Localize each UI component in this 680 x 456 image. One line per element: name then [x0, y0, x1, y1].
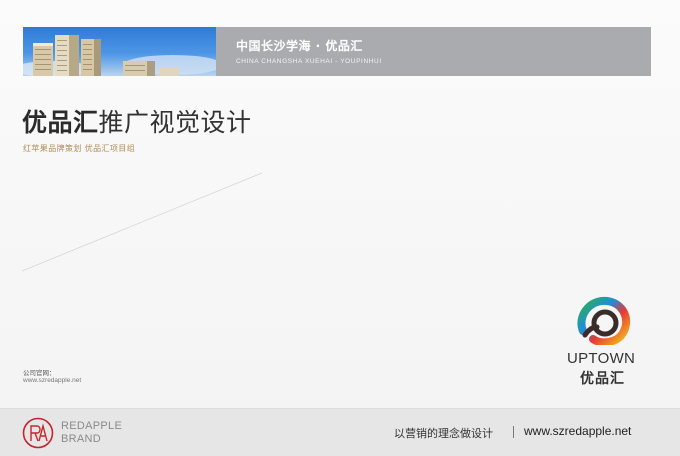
redapple-logo-icon	[22, 417, 54, 449]
brand-name-line1: REDAPPLE	[61, 420, 123, 432]
website-label: 公司官网：	[23, 369, 56, 377]
footer: REDAPPLE BRAND 以营销的理念做设计 www.szredapple.…	[0, 408, 680, 456]
footer-url[interactable]: www.szredapple.net	[524, 424, 631, 438]
footer-slogan: 以营销的理念做设计	[394, 427, 493, 440]
uptown-logo-icon	[577, 296, 631, 345]
cover-page: 中国长沙学海 · 优品汇 CHINA CHANGSHA XUEHAI - YOU…	[0, 0, 680, 456]
logo-name-cn: 优品汇	[580, 371, 625, 387]
logo-name-en: UPTOWN	[567, 350, 636, 367]
website-url[interactable]: www.szredapple.net	[23, 377, 81, 384]
decorative-diagonal-line	[21, 172, 263, 272]
brand-name-line2: BRAND	[61, 433, 102, 445]
footer-divider	[513, 426, 514, 438]
